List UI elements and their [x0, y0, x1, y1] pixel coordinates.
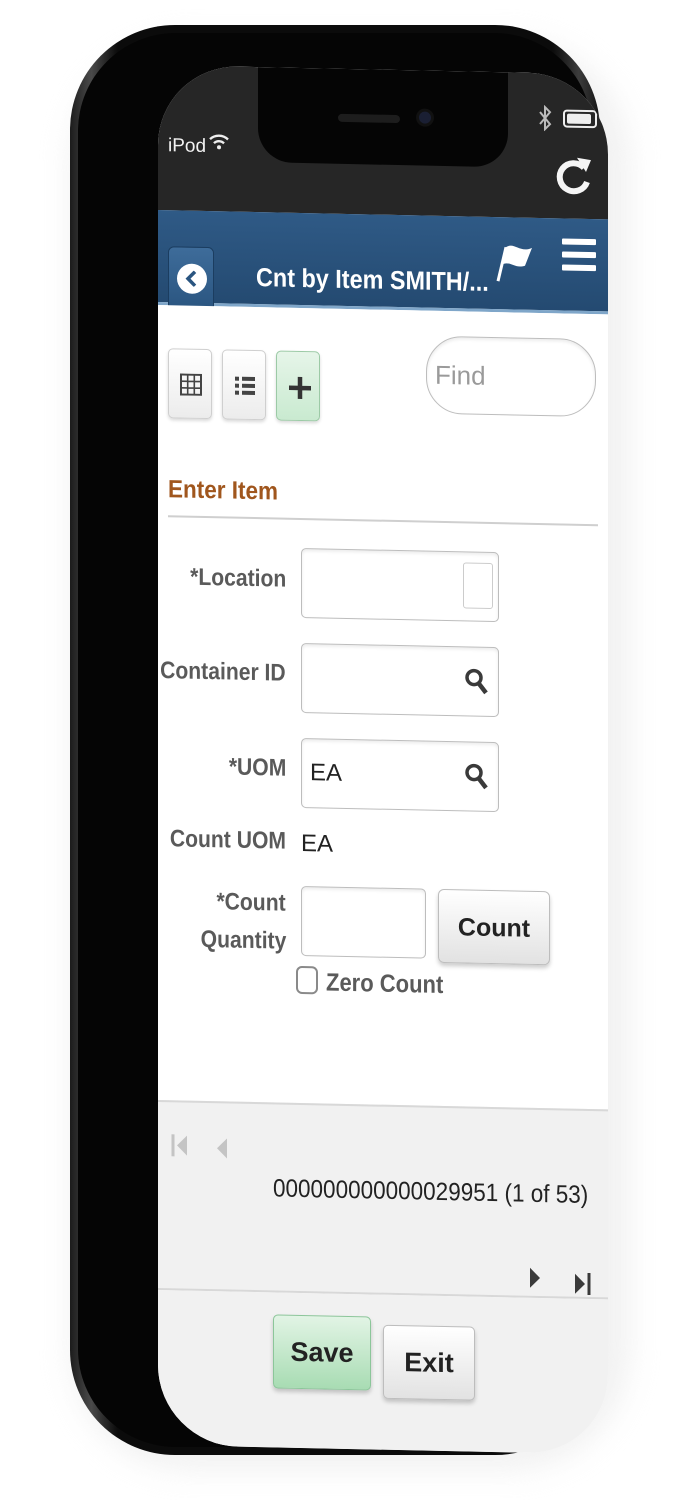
flag-icon[interactable]	[492, 239, 536, 284]
list-view-button[interactable]	[222, 349, 266, 421]
enter-item-form: Enter Item *Location Container ID *UOM E…	[158, 455, 608, 1105]
find-input[interactable]	[426, 335, 596, 418]
grid-view-button[interactable]	[168, 348, 212, 420]
section-title: Enter Item	[168, 475, 279, 506]
record-position: 000000000000029951 (1 of 53)	[273, 1174, 589, 1210]
app-header: Cnt by Item SMITH/...	[158, 210, 608, 315]
location-prompt-box[interactable]	[463, 562, 493, 610]
back-button[interactable]	[168, 246, 214, 312]
container-id-label: Container ID	[160, 657, 286, 687]
record-pager: 000000000000029951 (1 of 53)	[158, 1100, 608, 1300]
uom-label: *UOM	[228, 753, 286, 782]
reload-icon[interactable]	[553, 153, 593, 198]
count-quantity-label-line2: Quantity	[200, 925, 286, 955]
uom-field[interactable]: EA	[301, 737, 499, 813]
count-quantity-field[interactable]	[301, 885, 426, 959]
exit-button[interactable]: Exit	[383, 1324, 475, 1401]
front-camera	[416, 108, 434, 127]
bluetooth-icon	[539, 104, 552, 132]
uom-value: EA	[310, 759, 343, 787]
count-quantity-label-line1: *Count	[216, 888, 286, 917]
count-uom-label: Count UOM	[169, 825, 286, 855]
previous-record-icon[interactable]	[213, 1135, 233, 1161]
phone-frame: iPod Cnt by Item SMITH/... Find Enter It…	[70, 25, 608, 1455]
toolbar	[158, 305, 608, 465]
grid-view-icon	[180, 373, 202, 396]
next-record-icon[interactable]	[524, 1265, 544, 1291]
notch	[258, 67, 508, 168]
location-label: *Location	[189, 563, 286, 593]
search-icon[interactable]	[464, 667, 488, 696]
last-record-icon[interactable]	[572, 1271, 592, 1297]
list-view-icon	[235, 376, 255, 396]
search-icon[interactable]	[464, 762, 488, 791]
add-button[interactable]	[276, 350, 320, 422]
speaker	[338, 113, 400, 124]
wifi-icon	[209, 134, 229, 150]
device-screen: iPod Cnt by Item SMITH/... Find Enter It…	[158, 65, 608, 1455]
container-id-field[interactable]	[301, 642, 499, 718]
section-divider	[168, 515, 598, 527]
count-uom-value: EA	[301, 829, 334, 858]
location-field[interactable]	[301, 547, 499, 623]
battery-icon	[563, 109, 597, 129]
zero-count-checkbox[interactable]	[296, 965, 318, 995]
footer-toolbar: Save Exit	[158, 1290, 608, 1455]
page-title: Cnt by Item SMITH/...	[256, 262, 489, 297]
chevron-left-icon	[185, 270, 197, 287]
hamburger-menu-icon[interactable]	[562, 238, 596, 279]
plus-icon	[289, 376, 311, 400]
status-bar: iPod	[158, 65, 608, 220]
zero-count-label: Zero Count	[326, 968, 444, 999]
first-record-icon[interactable]	[170, 1132, 190, 1158]
carrier-label: iPod	[168, 135, 207, 158]
count-button[interactable]: Count	[438, 888, 550, 966]
save-button[interactable]: Save	[273, 1314, 371, 1391]
